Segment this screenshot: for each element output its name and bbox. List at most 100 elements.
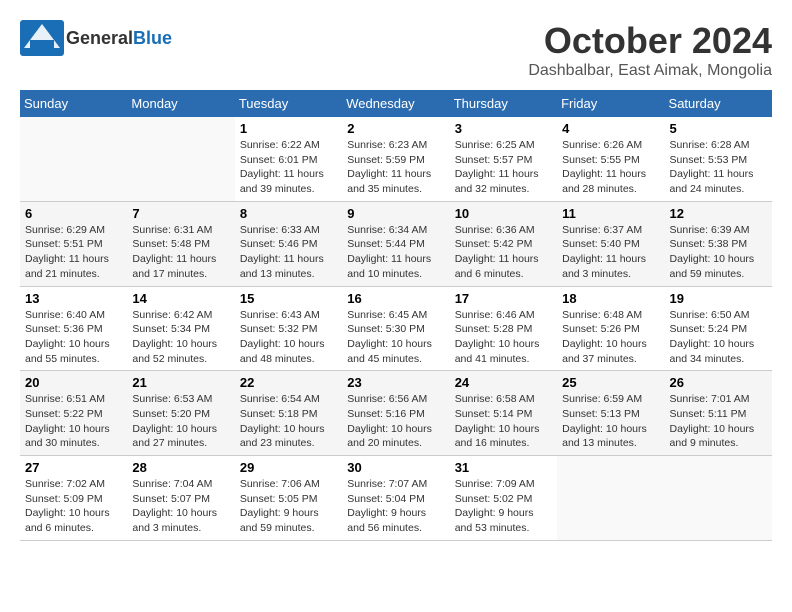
day-number: 20 <box>25 375 122 390</box>
calendar-cell: 4Sunrise: 6:26 AM Sunset: 5:55 PM Daylig… <box>557 117 664 201</box>
calendar-cell: 29 Sunrise: 7:06 AM Sunset: 5:05 PM Dayli… <box>235 456 342 541</box>
day-number: 15 <box>240 291 337 306</box>
day-info: Sunrise: 6:40 AM Sunset: 5:36 PM Dayligh… <box>25 308 122 367</box>
day-number: 29 <box>240 460 337 475</box>
calendar-cell: 3Sunrise: 6:25 AM Sunset: 5:57 PM Daylig… <box>450 117 557 201</box>
calendar-cell <box>557 456 664 541</box>
day-info: Sunrise: 6:45 AM Sunset: 5:30 PM Dayligh… <box>347 308 444 367</box>
location: Dashbalbar, East Aimak, Mongolia <box>528 62 772 80</box>
calendar-cell: 6Sunrise: 6:29 AM Sunset: 5:51 PM Daylig… <box>20 201 127 286</box>
header-monday: Monday <box>127 90 234 117</box>
calendar-cell: 12Sunrise: 6:39 AM Sunset: 5:38 PM Dayli… <box>665 201 772 286</box>
day-info: Sunrise: 6:22 AM Sunset: 6:01 PM Dayligh… <box>240 138 337 197</box>
day-info: Sunrise: 6:58 AM Sunset: 5:14 PM Dayligh… <box>455 392 552 451</box>
day-number: 11 <box>562 206 659 221</box>
day-info: Sunrise: 7:01 AM Sunset: 5:11 PM Dayligh… <box>670 392 767 451</box>
month-title: October 2024 <box>528 20 772 62</box>
calendar-cell: 23 Sunrise: 6:56 AM Sunset: 5:16 PM Dayli… <box>342 371 449 456</box>
calendar-cell: 31Sunrise: 7:09 AM Sunset: 5:02 PM Dayli… <box>450 456 557 541</box>
calendar-cell: 8 Sunrise: 6:33 AM Sunset: 5:46 PM Daylig… <box>235 201 342 286</box>
day-number: 16 <box>347 291 444 306</box>
week-row-2: 6Sunrise: 6:29 AM Sunset: 5:51 PM Daylig… <box>20 201 772 286</box>
logo: GeneralBlue <box>20 20 172 56</box>
day-info: Sunrise: 6:54 AM Sunset: 5:18 PM Dayligh… <box>240 392 337 451</box>
day-info: Sunrise: 6:43 AM Sunset: 5:32 PM Dayligh… <box>240 308 337 367</box>
day-number: 21 <box>132 375 229 390</box>
day-number: 26 <box>670 375 767 390</box>
day-info: Sunrise: 6:50 AM Sunset: 5:24 PM Dayligh… <box>670 308 767 367</box>
week-row-1: 1 Sunrise: 6:22 AM Sunset: 6:01 PM Daylig… <box>20 117 772 201</box>
day-info: Sunrise: 6:53 AM Sunset: 5:20 PM Dayligh… <box>132 392 229 451</box>
header-thursday: Thursday <box>450 90 557 117</box>
day-number: 4 <box>562 121 659 136</box>
day-number: 17 <box>455 291 552 306</box>
day-info: Sunrise: 6:46 AM Sunset: 5:28 PM Dayligh… <box>455 308 552 367</box>
day-number: 8 <box>240 206 337 221</box>
day-number: 1 <box>240 121 337 136</box>
day-number: 3 <box>455 121 552 136</box>
header-friday: Friday <box>557 90 664 117</box>
day-number: 13 <box>25 291 122 306</box>
calendar-cell: 20 Sunrise: 6:51 AM Sunset: 5:22 PM Dayli… <box>20 371 127 456</box>
day-number: 25 <box>562 375 659 390</box>
title-block: October 2024 Dashbalbar, East Aimak, Mon… <box>528 20 772 80</box>
day-number: 28 <box>132 460 229 475</box>
logo-icon <box>20 20 64 56</box>
day-info: Sunrise: 6:56 AM Sunset: 5:16 PM Dayligh… <box>347 392 444 451</box>
day-info: Sunrise: 7:04 AM Sunset: 5:07 PM Dayligh… <box>132 477 229 536</box>
calendar-cell: 19 Sunrise: 6:50 AM Sunset: 5:24 PM Dayli… <box>665 286 772 371</box>
day-number: 27 <box>25 460 122 475</box>
calendar-cell: 7 Sunrise: 6:31 AM Sunset: 5:48 PM Daylig… <box>127 201 234 286</box>
page-header: GeneralBlue October 2024 Dashbalbar, Eas… <box>20 20 772 80</box>
day-info: Sunrise: 6:33 AM Sunset: 5:46 PM Dayligh… <box>240 223 337 282</box>
calendar-cell: 17 Sunrise: 6:46 AM Sunset: 5:28 PM Dayli… <box>450 286 557 371</box>
day-number: 12 <box>670 206 767 221</box>
calendar-cell: 18Sunrise: 6:48 AM Sunset: 5:26 PM Dayli… <box>557 286 664 371</box>
calendar-cell: 22 Sunrise: 6:54 AM Sunset: 5:18 PM Dayli… <box>235 371 342 456</box>
day-number: 22 <box>240 375 337 390</box>
day-number: 14 <box>132 291 229 306</box>
day-info: Sunrise: 7:09 AM Sunset: 5:02 PM Dayligh… <box>455 477 552 536</box>
calendar-cell: 10 Sunrise: 6:36 AM Sunset: 5:42 PM Dayli… <box>450 201 557 286</box>
day-number: 24 <box>455 375 552 390</box>
day-info: Sunrise: 6:31 AM Sunset: 5:48 PM Dayligh… <box>132 223 229 282</box>
day-number: 23 <box>347 375 444 390</box>
calendar-cell: 2 Sunrise: 6:23 AM Sunset: 5:59 PM Daylig… <box>342 117 449 201</box>
header-row: SundayMondayTuesdayWednesdayThursdayFrid… <box>20 90 772 117</box>
calendar-cell: 30Sunrise: 7:07 AM Sunset: 5:04 PM Dayli… <box>342 456 449 541</box>
calendar-cell <box>127 117 234 201</box>
calendar-cell: 5Sunrise: 6:28 AM Sunset: 5:53 PM Daylig… <box>665 117 772 201</box>
day-number: 7 <box>132 206 229 221</box>
day-info: Sunrise: 6:36 AM Sunset: 5:42 PM Dayligh… <box>455 223 552 282</box>
day-info: Sunrise: 6:23 AM Sunset: 5:59 PM Dayligh… <box>347 138 444 197</box>
day-info: Sunrise: 7:06 AM Sunset: 5:05 PM Dayligh… <box>240 477 337 536</box>
day-info: Sunrise: 6:37 AM Sunset: 5:40 PM Dayligh… <box>562 223 659 282</box>
week-row-5: 27 Sunrise: 7:02 AM Sunset: 5:09 PM Dayli… <box>20 456 772 541</box>
calendar-cell: 28 Sunrise: 7:04 AM Sunset: 5:07 PM Dayli… <box>127 456 234 541</box>
day-info: Sunrise: 6:28 AM Sunset: 5:53 PM Dayligh… <box>670 138 767 197</box>
calendar-cell: 21 Sunrise: 6:53 AM Sunset: 5:20 PM Dayli… <box>127 371 234 456</box>
week-row-3: 13 Sunrise: 6:40 AM Sunset: 5:36 PM Dayli… <box>20 286 772 371</box>
calendar-cell: 24 Sunrise: 6:58 AM Sunset: 5:14 PM Dayli… <box>450 371 557 456</box>
day-info: Sunrise: 6:29 AM Sunset: 5:51 PM Dayligh… <box>25 223 122 282</box>
calendar-cell: 25 Sunrise: 6:59 AM Sunset: 5:13 PM Dayli… <box>557 371 664 456</box>
calendar-cell: 26 Sunrise: 7:01 AM Sunset: 5:11 PM Dayli… <box>665 371 772 456</box>
day-info: Sunrise: 6:51 AM Sunset: 5:22 PM Dayligh… <box>25 392 122 451</box>
day-info: Sunrise: 7:07 AM Sunset: 5:04 PM Dayligh… <box>347 477 444 536</box>
day-number: 9 <box>347 206 444 221</box>
header-tuesday: Tuesday <box>235 90 342 117</box>
day-number: 19 <box>670 291 767 306</box>
calendar-table: SundayMondayTuesdayWednesdayThursdayFrid… <box>20 90 772 541</box>
day-info: Sunrise: 6:42 AM Sunset: 5:34 PM Dayligh… <box>132 308 229 367</box>
calendar-cell: 27 Sunrise: 7:02 AM Sunset: 5:09 PM Dayli… <box>20 456 127 541</box>
day-info: Sunrise: 6:59 AM Sunset: 5:13 PM Dayligh… <box>562 392 659 451</box>
day-info: Sunrise: 7:02 AM Sunset: 5:09 PM Dayligh… <box>25 477 122 536</box>
calendar-cell: 14 Sunrise: 6:42 AM Sunset: 5:34 PM Dayli… <box>127 286 234 371</box>
header-wednesday: Wednesday <box>342 90 449 117</box>
day-info: Sunrise: 6:34 AM Sunset: 5:44 PM Dayligh… <box>347 223 444 282</box>
day-number: 18 <box>562 291 659 306</box>
logo-blue: Blue <box>133 28 172 48</box>
day-number: 2 <box>347 121 444 136</box>
day-number: 10 <box>455 206 552 221</box>
calendar-cell: 15 Sunrise: 6:43 AM Sunset: 5:32 PM Dayli… <box>235 286 342 371</box>
